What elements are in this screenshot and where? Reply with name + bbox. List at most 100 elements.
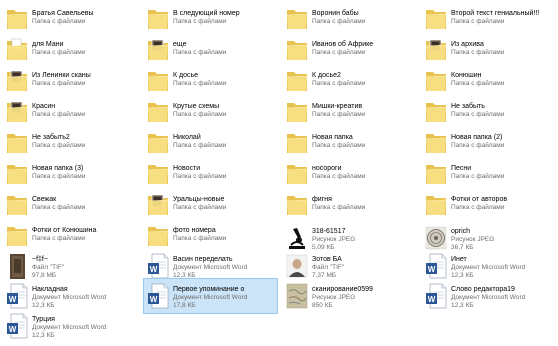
item-size: 850 КБ xyxy=(312,302,333,309)
svg-text:W: W xyxy=(9,295,17,304)
item-type: Папка с файлами xyxy=(451,18,505,25)
folder-item[interactable]: Мишки-креатив Папка с файлами xyxy=(282,96,417,124)
item-type: Папка с файлами xyxy=(32,173,86,180)
item-name: Первое упоминание о xyxy=(173,286,245,293)
folder-item[interactable]: еще Папка с файлами xyxy=(143,34,278,62)
item-name: Не забыть2 xyxy=(32,134,70,141)
file-item[interactable]: W Слово редактора19 Документ Microsoft Wor… xyxy=(421,278,556,316)
item-type: Папка с файлами xyxy=(312,204,366,211)
item-name: фото номера xyxy=(173,227,216,234)
item-name: Из Ленинки сканы xyxy=(32,72,91,79)
item-type: Файл "TIF" xyxy=(312,264,345,271)
folder-item[interactable]: Уральцы-новые Папка с файлами xyxy=(143,189,278,217)
folder-icon xyxy=(147,160,169,186)
item-type: Папка с файлами xyxy=(173,142,227,149)
folder-item[interactable]: К досье Папка с файлами xyxy=(143,65,278,93)
item-name: сканирование0599 xyxy=(312,286,373,293)
folder-icon xyxy=(286,129,308,155)
folder-item[interactable]: фигня Папка с файлами xyxy=(282,189,417,217)
item-name: oprich xyxy=(451,228,471,235)
item-type: Документ Microsoft Word xyxy=(173,264,248,271)
svg-text:W: W xyxy=(150,265,158,274)
folder-with-photo-icon xyxy=(6,98,28,124)
folder-icon xyxy=(286,67,308,93)
item-name: носороги xyxy=(312,165,342,172)
folder-icon xyxy=(286,5,308,31)
svg-text:W: W xyxy=(9,325,17,334)
folder-icon xyxy=(425,67,447,93)
file-item[interactable]: W Первое упоминание о Документ Microsoft W… xyxy=(143,278,278,314)
item-name: Николай xyxy=(173,134,201,141)
item-name: К досье2 xyxy=(312,72,341,79)
folder-item[interactable]: Из архива Папка с файлами xyxy=(421,34,556,62)
item-size: 17,8 КБ xyxy=(173,302,196,309)
folder-item[interactable]: Братья Савельевы Папка с файлами xyxy=(2,3,137,31)
item-name: Иванов об Африке xyxy=(312,41,374,48)
item-name: Красин xyxy=(32,103,56,110)
folder-item[interactable]: Свежак Папка с файлами xyxy=(2,189,137,217)
item-name: Второй текст гениальный!!! xyxy=(451,10,540,17)
folder-item[interactable]: Красин Папка с файлами xyxy=(2,96,137,124)
folder-item[interactable]: Крутые схемы Папка с файлами xyxy=(143,96,278,124)
folder-item[interactable]: Фотки от авторов Папка с файлами xyxy=(421,189,556,217)
item-name: Новая папка (2) xyxy=(451,134,503,141)
folder-with-photo-icon xyxy=(147,191,169,217)
folder-item[interactable]: Новая папка (2) Папка с файлами xyxy=(421,127,556,155)
item-name: для Мани xyxy=(32,41,64,48)
folder-item[interactable]: Из Ленинки сканы Папка с файлами xyxy=(2,65,137,93)
item-name: Братья Савельевы xyxy=(32,10,94,17)
item-type: Папка с файлами xyxy=(451,80,505,87)
item-type: Папка с файлами xyxy=(451,173,505,180)
folder-item[interactable]: носороги Папка с файлами xyxy=(282,158,417,186)
folder-item[interactable]: Воронин бабы Папка с файлами xyxy=(282,3,417,31)
folder-item[interactable]: для Мани Папка с файлами xyxy=(2,34,137,62)
item-name: Крутые схемы xyxy=(173,103,220,110)
item-type: Папка с файлами xyxy=(173,235,227,242)
file-item[interactable]: сканирование0599 Рисунок JPEG 850 КБ xyxy=(282,278,417,316)
folder-icon xyxy=(425,191,447,217)
folder-item[interactable]: Новая папка (3) Папка с файлами xyxy=(2,158,137,186)
folder-item[interactable]: Новости Папка с файлами xyxy=(143,158,278,186)
item-type: Папка с файлами xyxy=(312,111,366,118)
folder-item[interactable]: Не забыть Папка с файлами xyxy=(421,96,556,124)
folder-item[interactable]: Иванов об Африке Папка с файлами xyxy=(282,34,417,62)
folder-with-photo-icon xyxy=(425,36,447,62)
item-name: Фотки от авторов xyxy=(451,196,508,203)
item-type: Папка с файлами xyxy=(32,18,86,25)
folder-icon xyxy=(147,67,169,93)
folder-icon xyxy=(147,129,169,155)
item-type: Папка с файлами xyxy=(173,204,227,211)
item-name: Фотки от Конюшина xyxy=(32,227,97,234)
item-name: Свежак xyxy=(32,196,57,203)
folder-item[interactable]: Песни Папка с файлами xyxy=(421,158,556,186)
item-name: Новая папка (3) xyxy=(32,165,84,172)
folder-item[interactable]: Не забыть2 Папка с файлами xyxy=(2,127,137,155)
folder-icon xyxy=(6,129,28,155)
item-type: Рисунок JPEG xyxy=(451,236,495,243)
item-type: Папка с файлами xyxy=(451,49,505,56)
item-type: Папка с файлами xyxy=(173,111,227,118)
item-name: Инет xyxy=(451,256,467,263)
item-name: фигня xyxy=(312,196,332,203)
file-item[interactable]: W Турция Документ Microsoft Word 12,3 КБ xyxy=(2,308,137,346)
item-name: Конюшин xyxy=(451,72,482,79)
folder-item[interactable]: Николай Папка с файлами xyxy=(143,127,278,155)
folder-item[interactable]: Конюшин Папка с файлами xyxy=(421,65,556,93)
item-type: Документ Microsoft Word xyxy=(173,294,248,301)
folder-icon xyxy=(425,160,447,186)
item-type: Папка с файлами xyxy=(32,111,86,118)
folder-icon xyxy=(6,222,28,248)
item-type: Папка с файлами xyxy=(32,204,86,211)
folder-item[interactable]: Новая папка Папка с файлами xyxy=(282,127,417,155)
folder-item[interactable]: К досье2 Папка с файлами xyxy=(282,65,417,93)
folder-item[interactable]: Фотки от Конюшина Папка с файлами xyxy=(2,220,137,248)
item-type: Папка с файлами xyxy=(312,18,366,25)
item-type: Папка с файлами xyxy=(451,204,505,211)
item-type: Документ Microsoft Word xyxy=(32,294,107,301)
item-type: Папка с файлами xyxy=(312,142,366,149)
folder-icon xyxy=(147,5,169,31)
folder-item[interactable]: В следующий номер Папка с файлами xyxy=(143,3,278,31)
folder-item[interactable]: фото номера Папка с файлами xyxy=(143,220,278,248)
folder-item[interactable]: Второй текст гениальный!!! Папка с файлам… xyxy=(421,3,556,31)
word-document-icon: W xyxy=(6,283,28,309)
